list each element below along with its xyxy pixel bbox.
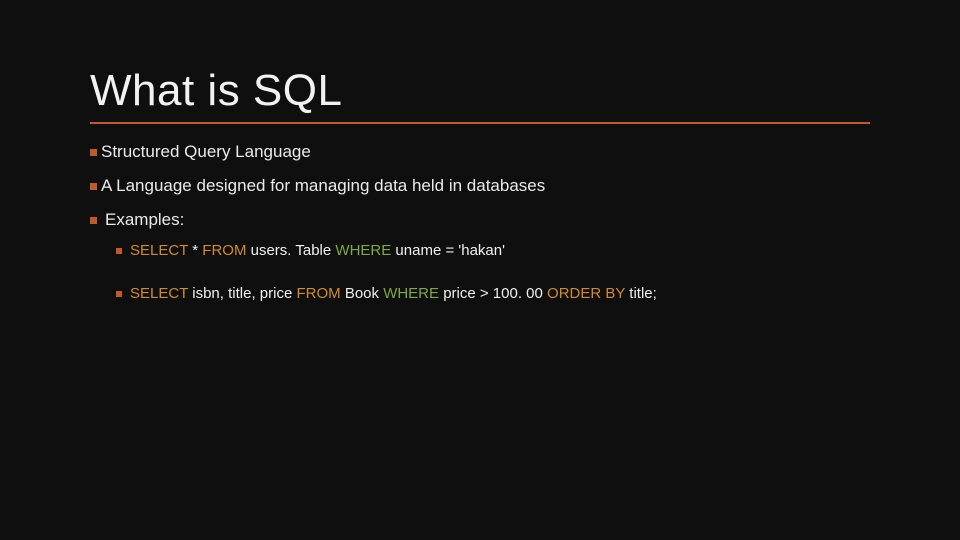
code-example: SELECT * FROM users. Table WHERE uname =… — [130, 242, 505, 259]
bullet-icon — [116, 291, 122, 297]
sub-bullet-list: SELECT * FROM users. Table WHERE uname =… — [90, 240, 870, 302]
sql-text: users. Table — [246, 242, 335, 259]
slide-title: What is SQL — [90, 0, 870, 124]
sql-keyword: FROM — [296, 285, 340, 302]
sql-keyword: WHERE — [383, 285, 439, 302]
bullet-text: Structured Query Language — [101, 142, 311, 162]
sql-keyword: ORDER BY — [547, 285, 625, 302]
slide-body: Structured Query Language A Language des… — [90, 124, 870, 302]
bullet-icon — [90, 217, 97, 224]
sql-text: uname = 'hakan' — [391, 242, 505, 259]
sql-keyword: SELECT — [130, 285, 188, 302]
bullet-item: Examples: — [90, 210, 870, 230]
code-example: SELECT isbn, title, price FROM Book WHER… — [130, 285, 657, 302]
bullet-icon — [116, 248, 122, 254]
bullet-item: A Language designed for managing data he… — [90, 176, 870, 196]
bullet-text: A Language designed for managing data he… — [101, 176, 545, 196]
bullet-text: Examples: — [105, 210, 184, 230]
sql-text: title; — [625, 285, 657, 302]
bullet-icon — [90, 149, 97, 156]
sql-text: isbn, title, price — [188, 285, 296, 302]
sql-text: Book — [341, 285, 384, 302]
slide: What is SQL Structured Query Language A … — [0, 0, 960, 540]
sub-bullet-item: SELECT isbn, title, price FROM Book WHER… — [116, 285, 870, 302]
sql-keyword: WHERE — [335, 242, 391, 259]
sql-text: * — [188, 242, 202, 259]
bullet-icon — [90, 183, 97, 190]
sql-keyword: FROM — [202, 242, 246, 259]
sql-text: price > 100. 00 — [439, 285, 547, 302]
sub-bullet-item: SELECT * FROM users. Table WHERE uname =… — [116, 242, 870, 259]
sql-keyword: SELECT — [130, 242, 188, 259]
bullet-item: Structured Query Language — [90, 142, 870, 162]
